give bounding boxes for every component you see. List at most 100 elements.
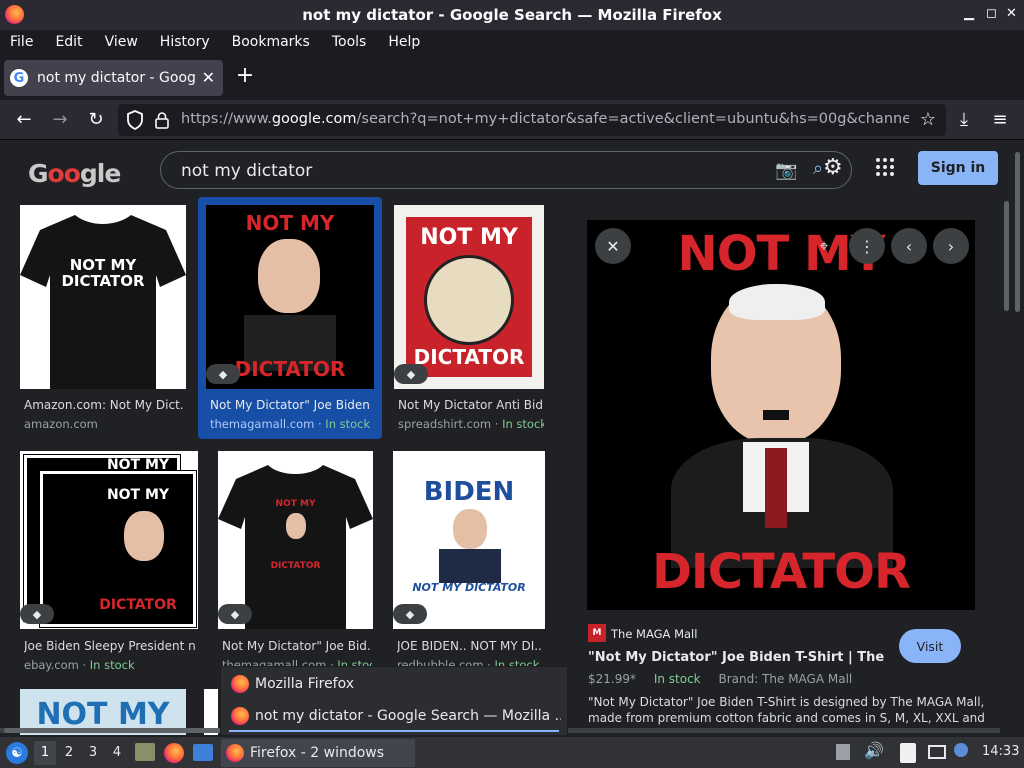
result-source: ebay.com · In stock	[24, 658, 135, 672]
preview-meta: $21.99* In stock Brand: The MAGA Mall	[588, 672, 852, 686]
app-menu-icon[interactable]: ≡	[988, 108, 1012, 132]
apps-grid-icon[interactable]	[876, 158, 894, 176]
tab-close-icon[interactable]: ✕	[202, 68, 215, 87]
search-icon[interactable]: ⌕	[813, 158, 823, 179]
clipboard-icon[interactable]	[900, 743, 916, 763]
result-thumbnail[interactable]: NOT MY DICTATOR	[206, 205, 374, 389]
desktop-icon[interactable]	[193, 744, 213, 761]
result-caption[interactable]: Amazon.com: Not My Dict...	[24, 398, 184, 412]
result-caption[interactable]: Not My Dictator Anti Bid...	[398, 398, 544, 412]
menu-view[interactable]: View	[105, 34, 138, 50]
bookmark-star-icon[interactable]: ☆	[920, 109, 936, 130]
clock[interactable]: 14:33	[982, 744, 1019, 759]
page-scrollbar[interactable]	[1015, 152, 1020, 312]
result-card[interactable]: NOT MY DICTATOR ◆ Not My Dictator" Joe B…	[218, 451, 376, 676]
google-results-page: Google not my dictator 📷 ⌕ ⚙ Sign in NOT…	[0, 141, 1024, 735]
taskbar-firefox-group[interactable]: Firefox - 2 windows	[221, 739, 415, 767]
taskbar-window-list: Mozilla Firefox not my dictator - Google…	[220, 666, 568, 736]
firefox-launcher-icon[interactable]	[164, 743, 184, 763]
result-source: themagamall.com · In stock	[210, 417, 371, 431]
next-icon[interactable]: ›	[933, 228, 969, 264]
google-doodle-logo[interactable]: Google	[28, 159, 121, 188]
result-card[interactable]: NOT MY DICTATOR Amazon.com: Not My Dict.…	[20, 205, 190, 437]
result-thumbnail[interactable]: NOT MY DICTATOR	[20, 205, 186, 389]
new-tab-icon[interactable]: +	[233, 64, 257, 88]
workspace-3[interactable]: 3	[82, 741, 104, 765]
workspace-2[interactable]: 2	[58, 741, 80, 765]
visit-button[interactable]: Visit	[899, 629, 961, 663]
result-thumbnail[interactable]: BIDEN NOT MY DICTATOR	[393, 451, 545, 629]
stock-status: In stock	[653, 672, 701, 686]
network-icon[interactable]	[928, 745, 946, 759]
result-caption[interactable]: Not My Dictator" Joe Biden ...	[210, 398, 372, 412]
result-card-selected[interactable]: NOT MY DICTATOR ◆ Not My Dictator" Joe B…	[198, 197, 382, 439]
maximize-icon[interactable]: ◻	[986, 6, 997, 21]
notification-icon[interactable]	[954, 743, 968, 757]
reload-icon[interactable]: ↻	[84, 108, 108, 132]
preview-description: "Not My Dictator" Joe Biden T-Shirt is d…	[588, 695, 988, 725]
more-options-icon[interactable]: ⋮	[849, 228, 885, 264]
close-window-icon[interactable]: ✕	[1006, 6, 1017, 21]
product-tag-icon: ◆	[394, 364, 428, 384]
window-list-item[interactable]: not my dictator - Google Search — Mozill…	[231, 707, 561, 725]
result-card[interactable]: NOT MY DICTATOR ◆ Not My Dictator Anti B…	[394, 205, 546, 437]
lens-search-icon[interactable]: ⌖	[806, 228, 842, 264]
result-card[interactable]: NOT MY NOT MY DICTATOR ACK ◆ Joe Biden S…	[20, 451, 200, 676]
menubar: File Edit View History Bookmarks Tools H…	[0, 30, 1024, 54]
product-tag-icon: ◆	[20, 604, 54, 624]
tray-updates-icon[interactable]	[836, 744, 850, 760]
result-thumbnail[interactable]: NOT MY DICTATOR	[218, 451, 373, 629]
menu-tools[interactable]: Tools	[332, 34, 367, 50]
window-title: not my dictator - Google Search — Mozill…	[302, 6, 722, 24]
result-thumbnail[interactable]: NOT MY DICTATOR	[394, 205, 544, 389]
forward-icon[interactable]: →	[48, 108, 72, 132]
menu-edit[interactable]: Edit	[55, 34, 82, 50]
close-preview-button[interactable]: ✕	[595, 228, 631, 264]
workspace-4[interactable]: 4	[106, 741, 128, 765]
shirt-print-text: NOT MY DICTATOR	[61, 256, 145, 290]
menu-bookmarks[interactable]: Bookmarks	[232, 34, 310, 50]
menu-file[interactable]: File	[10, 34, 33, 50]
result-caption[interactable]: Not My Dictator" Joe Bid...	[222, 639, 372, 653]
menu-help[interactable]: Help	[388, 34, 420, 50]
menu-history[interactable]: History	[160, 34, 210, 50]
result-caption[interactable]: Joe Biden Sleepy President n...	[24, 639, 196, 653]
firefox-icon	[226, 744, 244, 762]
result-source: spreadshirt.com · In stock	[398, 417, 544, 431]
start-menu-icon[interactable]: ☯	[6, 742, 28, 764]
tracking-shield-icon[interactable]	[126, 110, 144, 130]
product-tag-icon: ◆	[218, 604, 252, 624]
workspace-1[interactable]: 1	[34, 741, 56, 765]
url-bar[interactable]: https://www.google.com/search?q=not+my+d…	[118, 104, 946, 136]
lock-icon[interactable]	[154, 111, 170, 129]
navigation-toolbar: ← → ↻ https://www.google.com/search?q=no…	[0, 100, 1024, 140]
sign-in-button[interactable]: Sign in	[918, 151, 998, 185]
store-name[interactable]: The MAGA Mall	[611, 627, 697, 641]
result-card[interactable]: BIDEN NOT MY DICTATOR ◆ JOE BIDEN.. NOT …	[393, 451, 547, 676]
camera-icon[interactable]: 📷	[775, 160, 797, 181]
volume-icon[interactable]: 🔊	[864, 741, 884, 760]
result-source: amazon.com	[24, 417, 98, 431]
preview-panel: NOT MY DICTATOR ✕ ⌖ ⋮ ‹ › M The MAGA Mal…	[566, 198, 996, 735]
file-manager-icon[interactable]	[135, 743, 155, 761]
window-list-item[interactable]: Mozilla Firefox	[231, 675, 561, 693]
brand: Brand: The MAGA Mall	[718, 672, 853, 686]
preview-image[interactable]: NOT MY DICTATOR	[587, 220, 975, 610]
downloads-icon[interactable]: ⤓	[952, 108, 976, 132]
result-caption[interactable]: JOE BIDEN.. NOT MY DI...	[397, 639, 543, 653]
previous-icon[interactable]: ‹	[891, 228, 927, 264]
preview-title[interactable]: "Not My Dictator" Joe Biden T-Shirt | Th…	[588, 650, 888, 665]
product-tag-icon: ◆	[206, 364, 240, 384]
back-icon[interactable]: ←	[12, 108, 36, 132]
search-input[interactable]: not my dictator 📷 ⌕	[160, 151, 852, 189]
search-query[interactable]: not my dictator	[181, 161, 312, 181]
minimize-icon[interactable]: ▁	[964, 6, 974, 21]
panel-scrollbar[interactable]	[1004, 201, 1009, 311]
poster-bottom-text: DICTATOR	[652, 544, 911, 600]
result-thumbnail[interactable]: NOT MY NOT MY DICTATOR ACK	[20, 451, 198, 629]
gear-icon[interactable]: ⚙	[823, 155, 843, 180]
tab-title: not my dictator - Google	[37, 70, 197, 86]
url-text[interactable]: https://www.google.com/search?q=not+my+d…	[181, 111, 909, 127]
tab-google-search[interactable]: G not my dictator - Google ✕	[4, 60, 223, 96]
price: $21.99*	[588, 672, 636, 686]
